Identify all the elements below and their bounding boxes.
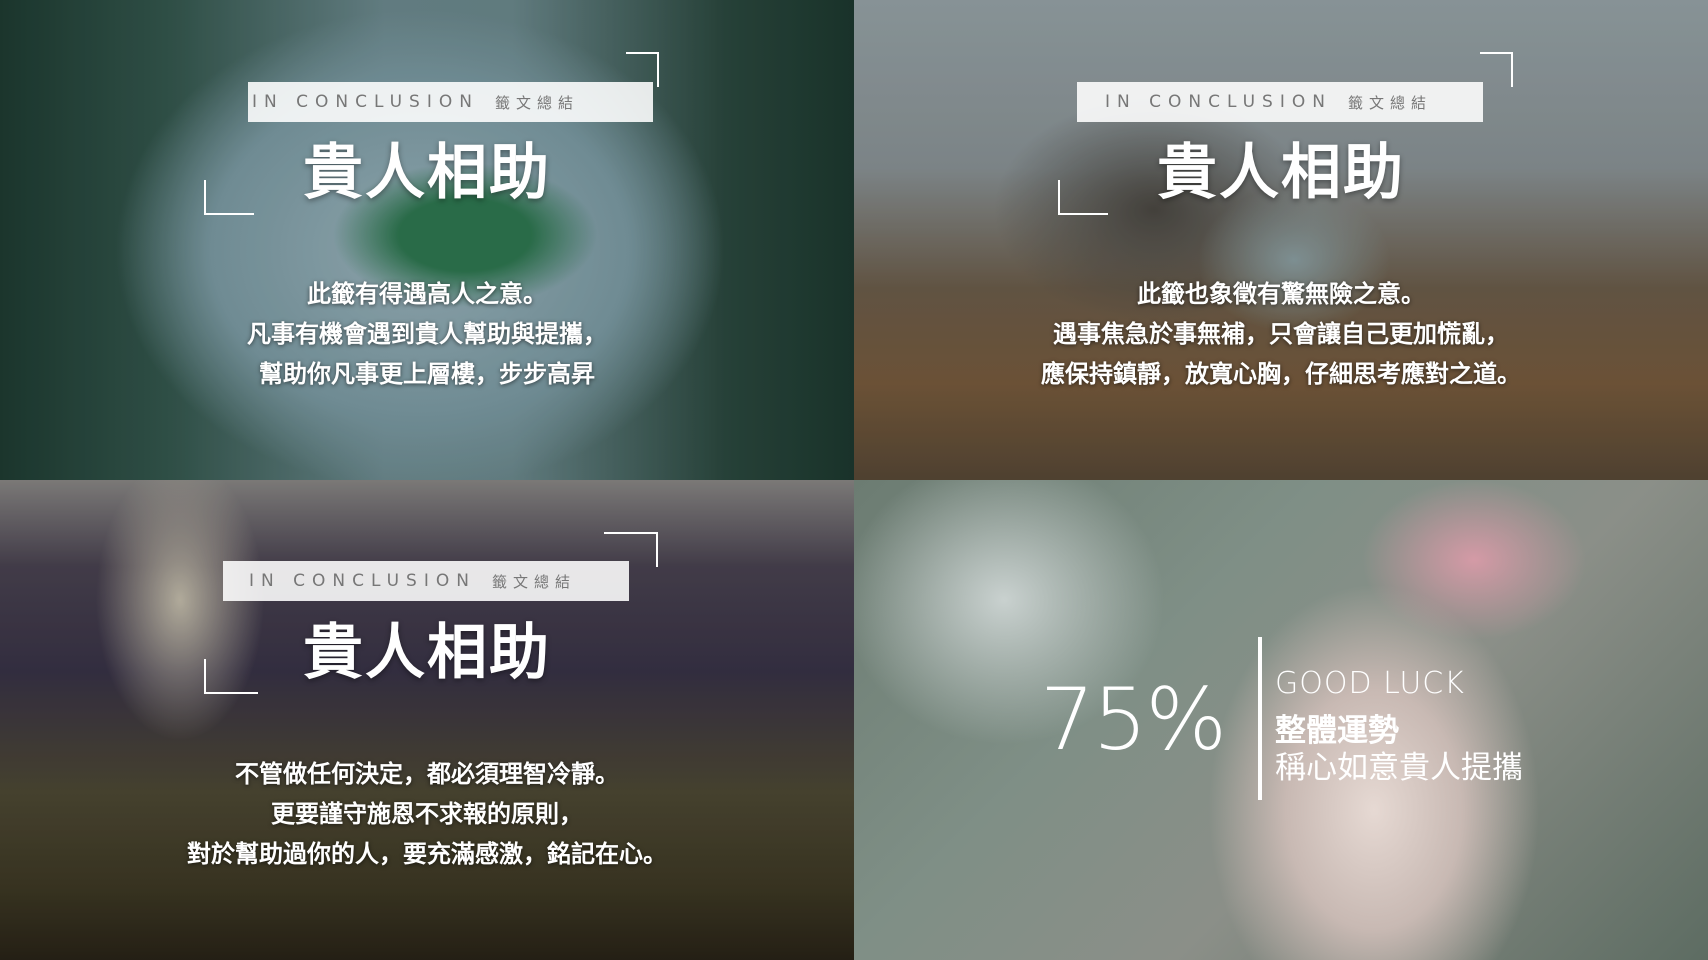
panel-1: IN CONCLUSION 籤文總結 貴人相助 此籤有得遇高人之意。 凡事有機會遇… <box>0 0 854 480</box>
overlay <box>854 0 1708 480</box>
label-cn: 籤文總結 <box>491 572 576 591</box>
conclusion-label: IN CONCLUSION 籤文總結 <box>248 82 653 122</box>
panel-title: 貴人相助 <box>303 618 551 688</box>
divider <box>1258 637 1262 800</box>
overlay <box>0 480 854 960</box>
panel-title: 貴人相助 <box>1157 138 1405 208</box>
label-en: IN CONCLUSION <box>252 92 479 112</box>
panel-summary: 75% GOOD LUCK 整體運勢 稱心如意貴人提攜 <box>854 480 1708 960</box>
corner-bracket-top-right <box>1480 52 1513 87</box>
panel-title: 貴人相助 <box>303 138 551 208</box>
panel-body: 此籤也象徵有驚無險之意。 遇事焦急於事無補，只會讓自己更加慌亂， 應保持鎮靜，放… <box>854 274 1708 394</box>
body-line: 此籤也象徵有驚無險之意。 <box>1137 280 1425 308</box>
heading-en: GOOD LUCK <box>1275 666 1465 701</box>
panel-body: 不管做任何決定，都必須理智冷靜。 更要謹守施恩不求報的原則， 對於幫助過你的人，… <box>0 754 854 874</box>
body-line: 遇事焦急於事無補，只會讓自己更加慌亂， <box>1053 320 1509 348</box>
label-en: IN CONCLUSION <box>249 571 476 591</box>
body-line: 此籤有得遇高人之意。 <box>307 280 547 308</box>
panel-3: IN CONCLUSION 籤文總結 貴人相助 不管做任何決定，都必須理智冷靜。 … <box>0 480 854 960</box>
label-en: IN CONCLUSION <box>1105 92 1332 112</box>
label-cn: 籤文總結 <box>1347 93 1432 112</box>
body-line: 對於幫助過你的人，要充滿感激，銘記在心。 <box>187 840 667 868</box>
conclusion-label: IN CONCLUSION 籤文總結 <box>223 561 629 601</box>
conclusion-label: IN CONCLUSION 籤文總結 <box>1077 82 1483 122</box>
label-cn: 籤文總結 <box>494 93 579 112</box>
body-line: 凡事有機會遇到貴人幫助與提攜， <box>247 320 607 348</box>
body-line: 應保持鎮靜，放寬心胸，仔細思考應對之道。 <box>1041 360 1521 388</box>
panel-2: IN CONCLUSION 籤文總結 貴人相助 此籤也象徵有驚無險之意。 遇事焦急… <box>854 0 1708 480</box>
body-line: 不管做任何決定，都必須理智冷靜。 <box>235 760 619 788</box>
body-line: 幫助你凡事更上層樓，步步高昇 <box>259 360 595 388</box>
luck-percent: 75% <box>1040 670 1227 770</box>
body-line: 更要謹守施恩不求報的原則， <box>271 800 583 828</box>
description: 稱心如意貴人提攜 <box>1275 750 1523 786</box>
panel-body: 此籤有得遇高人之意。 凡事有機會遇到貴人幫助與提攜， 幫助你凡事更上層樓，步步高… <box>0 274 854 394</box>
overlay <box>0 0 854 480</box>
